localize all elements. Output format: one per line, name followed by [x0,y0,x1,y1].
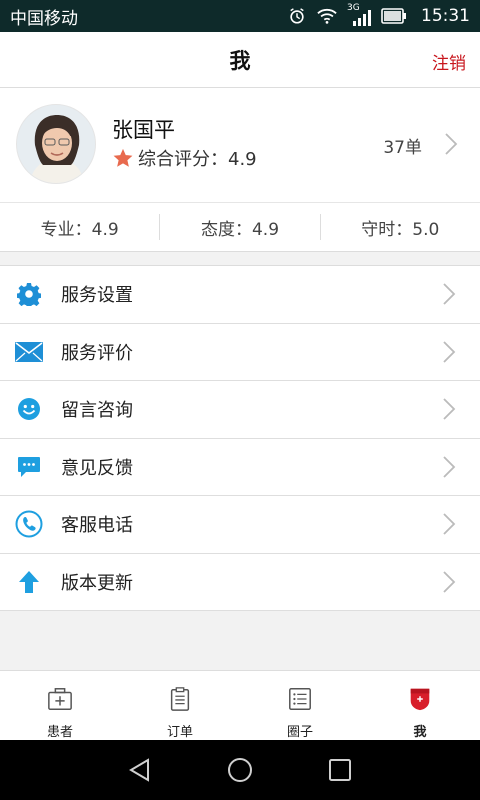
settings-menu: 服务设置 服务评价 留言咨询 意见反馈 客服电话 版本更新 [0,265,480,611]
clipboard-icon [170,687,190,711]
avatar [16,104,96,184]
gear-icon [15,280,43,308]
tab-orders[interactable]: 订单 [120,671,240,740]
tab-label: 订单 [166,725,193,740]
star-icon [113,148,133,167]
badge-icon [410,688,430,711]
doctor-name: 张国平 [112,118,175,142]
score-attitude: 态度：4.9 [200,219,280,240]
chat-bubble-icon [15,453,43,481]
mail-icon [15,338,43,366]
tab-community[interactable]: 圈子 [240,671,360,740]
smiley-icon [15,395,43,423]
cellular-signal-icon: 3G [347,3,371,26]
list-icon [289,688,311,710]
menu-item-version-update[interactable]: 版本更新 [0,554,480,611]
system-icons: 3G 15:31 [287,3,470,26]
chevron-right-icon [443,283,456,305]
medical-kit-icon [48,688,72,710]
menu-label: 版本更新 [61,572,133,594]
chevron-right-icon [445,133,458,155]
tab-me[interactable]: 我 [360,671,480,740]
score-punctuality: 守时：5.0 [361,219,440,240]
menu-label: 服务评价 [61,342,133,364]
menu-item-customer-service-phone[interactable]: 客服电话 [0,496,480,554]
menu-item-service-reviews[interactable]: 服务评价 [0,324,480,381]
carrier-name: 中国移动 [10,8,78,29]
bottom-tab-bar: 患者 订单 圈子 我 [0,670,480,740]
tab-patients[interactable]: 患者 [0,671,120,740]
score-professional: 专业：4.9 [40,219,119,240]
recent-apps-icon[interactable] [326,756,354,784]
menu-label: 意见反馈 [61,457,133,479]
arrow-up-icon [15,568,43,596]
clock: 15:31 [421,6,470,26]
battery-icon [381,8,406,24]
menu-item-message-consult[interactable]: 留言咨询 [0,381,480,439]
chevron-right-icon [443,513,456,535]
order-count: 37单 [383,138,422,158]
profile-card[interactable]: 张国平 综合评分：4.9 37单 [0,88,480,202]
phone-icon [15,510,43,538]
tab-label: 圈子 [286,725,313,740]
page-title: 我 [229,48,251,73]
rating-text: 综合评分：4.9 [138,149,257,170]
avatar-portrait [17,105,95,183]
overall-rating: 综合评分：4.9 [112,145,257,171]
status-bar: 中国移动 3G 15:31 [0,0,480,32]
logout-button[interactable]: 注销 [432,49,466,74]
back-icon[interactable] [126,756,154,784]
chevron-right-icon [443,455,456,478]
menu-label: 服务设置 [61,285,133,307]
title-bar: 我 注销 [0,32,480,88]
chevron-right-icon [443,570,456,593]
home-icon[interactable] [226,756,254,784]
wifi-icon [317,8,337,24]
alarm-icon [290,8,304,24]
system-navigation-bar [0,740,480,800]
menu-label: 客服电话 [61,515,133,537]
menu-item-service-settings[interactable]: 服务设置 [0,266,480,324]
menu-label: 留言咨询 [61,400,133,422]
tab-label: 患者 [46,725,73,740]
chevron-right-icon [443,398,456,420]
chevron-right-icon [443,340,456,363]
score-breakdown: 专业：4.9 态度：4.9 守时：5.0 [0,202,480,252]
menu-item-feedback[interactable]: 意见反馈 [0,439,480,496]
tab-label: 我 [413,725,427,740]
